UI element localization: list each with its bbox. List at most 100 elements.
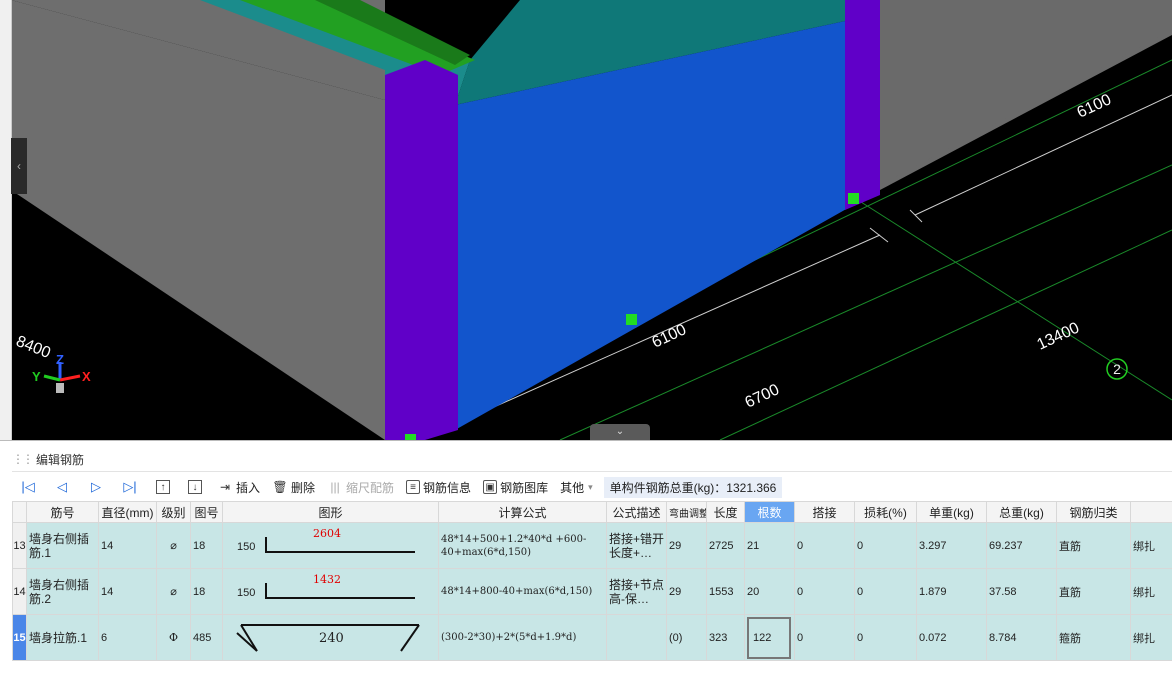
unit-weight[interactable]: 0.072 xyxy=(917,615,987,661)
table-row[interactable]: 13 墙身右侧插筋.1 14 ⌀ 18 150 2604 48*14+500+1… xyxy=(13,523,1172,569)
row-index[interactable]: 13 xyxy=(13,523,27,569)
delete-button[interactable]: 🗑删除 xyxy=(267,476,320,498)
other-dropdown[interactable]: 其他▾ xyxy=(555,476,598,498)
category[interactable]: 直筋 xyxy=(1057,523,1131,569)
loss[interactable]: 0 xyxy=(855,523,917,569)
count-cell[interactable]: 122 xyxy=(745,615,795,661)
shape-length-value: 1432 xyxy=(313,573,341,586)
formula[interactable]: 48*14+500+1.2*40*d +600-40+max(6*d,150) xyxy=(439,523,607,569)
column-header[interactable]: 计算公式 xyxy=(439,502,607,523)
library-icon: ▣ xyxy=(483,480,497,494)
length[interactable]: 323 xyxy=(707,615,745,661)
column-header[interactable]: 单重(kg) xyxy=(917,502,987,523)
column-header[interactable]: 损耗(%) xyxy=(855,502,917,523)
lap[interactable]: 0 xyxy=(795,523,855,569)
category[interactable]: 箍筋 xyxy=(1057,615,1131,661)
length[interactable]: 1553 xyxy=(707,569,745,615)
3d-viewport[interactable]: 2 6100 6100 6700 13400 8400 Z X Y ‹ ⌄ xyxy=(0,0,1172,440)
column-header[interactable] xyxy=(1131,502,1172,523)
lap[interactable]: 0 xyxy=(795,569,855,615)
model-canvas[interactable]: 2 6100 6100 6700 13400 8400 Z X Y xyxy=(0,0,1172,440)
column-header[interactable]: 直径(mm) xyxy=(99,502,157,523)
length[interactable]: 2725 xyxy=(707,523,745,569)
shape-figure[interactable]: 240 xyxy=(223,615,439,661)
move-down-icon[interactable]: ↓ xyxy=(188,480,202,494)
count[interactable]: 20 xyxy=(745,569,795,615)
rebar-name[interactable]: 墙身拉筋.1 xyxy=(27,615,99,661)
diameter[interactable]: 6 xyxy=(99,615,157,661)
shape-figure[interactable]: 150 1432 xyxy=(223,569,439,615)
collapse-bottom-button[interactable]: ⌄ xyxy=(590,424,650,440)
total-weight[interactable]: 37.58 xyxy=(987,569,1057,615)
row-index[interactable]: 14 xyxy=(13,569,27,615)
rebar-table: 筋号 直径(mm) 级别 图号 图形 计算公式 公式描述 弯曲调整 长度 根数 … xyxy=(12,501,1172,661)
move-up-icon[interactable]: ↑ xyxy=(156,480,170,494)
bend-adjust[interactable]: 29 xyxy=(667,569,707,615)
loss[interactable]: 0 xyxy=(855,615,917,661)
rebar-name[interactable]: 墙身右侧插筋.1 xyxy=(27,523,99,569)
count-input[interactable]: 122 xyxy=(747,617,791,659)
diameter[interactable]: 14 xyxy=(99,569,157,615)
bend-adjust[interactable]: (0) xyxy=(667,615,707,661)
rebar-library-button[interactable]: ▣钢筋图库 xyxy=(478,476,553,498)
join-type[interactable]: 绑扎 xyxy=(1131,615,1172,661)
grade[interactable]: Φ xyxy=(157,615,191,661)
column-header[interactable]: 弯曲调整 xyxy=(667,502,707,523)
lap[interactable]: 0 xyxy=(795,615,855,661)
count[interactable]: 21 xyxy=(745,523,795,569)
scale-rebar-label: 缩尺配筋 xyxy=(346,479,394,496)
join-type[interactable]: 绑扎 xyxy=(1131,569,1172,615)
figure-number[interactable]: 18 xyxy=(191,523,223,569)
formula-description[interactable]: 搭接+节点高-保… xyxy=(607,569,667,615)
figure-number[interactable]: 18 xyxy=(191,569,223,615)
unit-weight[interactable]: 3.297 xyxy=(917,523,987,569)
diameter[interactable]: 14 xyxy=(99,523,157,569)
collapse-left-button[interactable]: ‹ xyxy=(11,138,27,194)
column-header[interactable]: 总重(kg) xyxy=(987,502,1057,523)
figure-number[interactable]: 485 xyxy=(191,615,223,661)
column-header[interactable]: 搭接 xyxy=(795,502,855,523)
corner-cell xyxy=(13,502,27,523)
grip-icon[interactable]: ⋮⋮ xyxy=(12,452,22,466)
prev-record-icon[interactable]: ◁ xyxy=(54,479,70,495)
shape-bar xyxy=(265,597,415,599)
column-header[interactable]: 图形 xyxy=(223,502,439,523)
dimension-label: 6700 xyxy=(743,381,783,411)
table-header: 筋号 直径(mm) 级别 图号 图形 计算公式 公式描述 弯曲调整 长度 根数 … xyxy=(13,502,1172,523)
formula[interactable]: (300-2*30)+2*(5*d+1.9*d) xyxy=(439,615,607,661)
axis-z-label: Z xyxy=(56,352,64,367)
total-weight[interactable]: 8.784 xyxy=(987,615,1057,661)
column-header[interactable]: 公式描述 xyxy=(607,502,667,523)
shape-figure[interactable]: 150 2604 xyxy=(223,523,439,569)
formula-description[interactable] xyxy=(607,615,667,661)
column-header[interactable]: 长度 xyxy=(707,502,745,523)
column-header[interactable]: 钢筋归类 xyxy=(1057,502,1131,523)
formula-description[interactable]: 搭接+错开长度+… xyxy=(607,523,667,569)
grade[interactable]: ⌀ xyxy=(157,523,191,569)
row-index[interactable]: 15 xyxy=(13,615,27,661)
insert-button[interactable]: ⇥插入 xyxy=(212,476,265,498)
insert-icon: ⇥ xyxy=(217,479,233,495)
shape-left-value: 150 xyxy=(237,587,255,599)
next-record-icon[interactable]: ▷ xyxy=(88,479,104,495)
table-row[interactable]: 14 墙身右侧插筋.2 14 ⌀ 18 150 1432 48*14+800-4… xyxy=(13,569,1172,615)
join-type[interactable]: 绑扎 xyxy=(1131,523,1172,569)
column-header[interactable]: 级别 xyxy=(157,502,191,523)
total-weight[interactable]: 69.237 xyxy=(987,523,1057,569)
scale-rebar-button[interactable]: |||缩尺配筋 xyxy=(322,476,399,498)
column-header[interactable]: 筋号 xyxy=(27,502,99,523)
table-row-selected[interactable]: 15 墙身拉筋.1 6 Φ 485 240 (300-2*30)+2*(5*d+… xyxy=(13,615,1172,661)
grade[interactable]: ⌀ xyxy=(157,569,191,615)
formula[interactable]: 48*14+800-40+max(6*d,150) xyxy=(439,569,607,615)
rebar-info-button[interactable]: ≡钢筋信息 xyxy=(401,476,476,498)
column-header[interactable]: 图号 xyxy=(191,502,223,523)
unit-weight[interactable]: 1.879 xyxy=(917,569,987,615)
bend-adjust[interactable]: 29 xyxy=(667,523,707,569)
category[interactable]: 直筋 xyxy=(1057,569,1131,615)
first-record-icon[interactable]: |◁ xyxy=(20,479,36,495)
shape-length-value: 240 xyxy=(319,631,344,646)
loss[interactable]: 0 xyxy=(855,569,917,615)
last-record-icon[interactable]: ▷| xyxy=(122,479,138,495)
rebar-name[interactable]: 墙身右侧插筋.2 xyxy=(27,569,99,615)
column-header-selected[interactable]: 根数 xyxy=(745,502,795,523)
